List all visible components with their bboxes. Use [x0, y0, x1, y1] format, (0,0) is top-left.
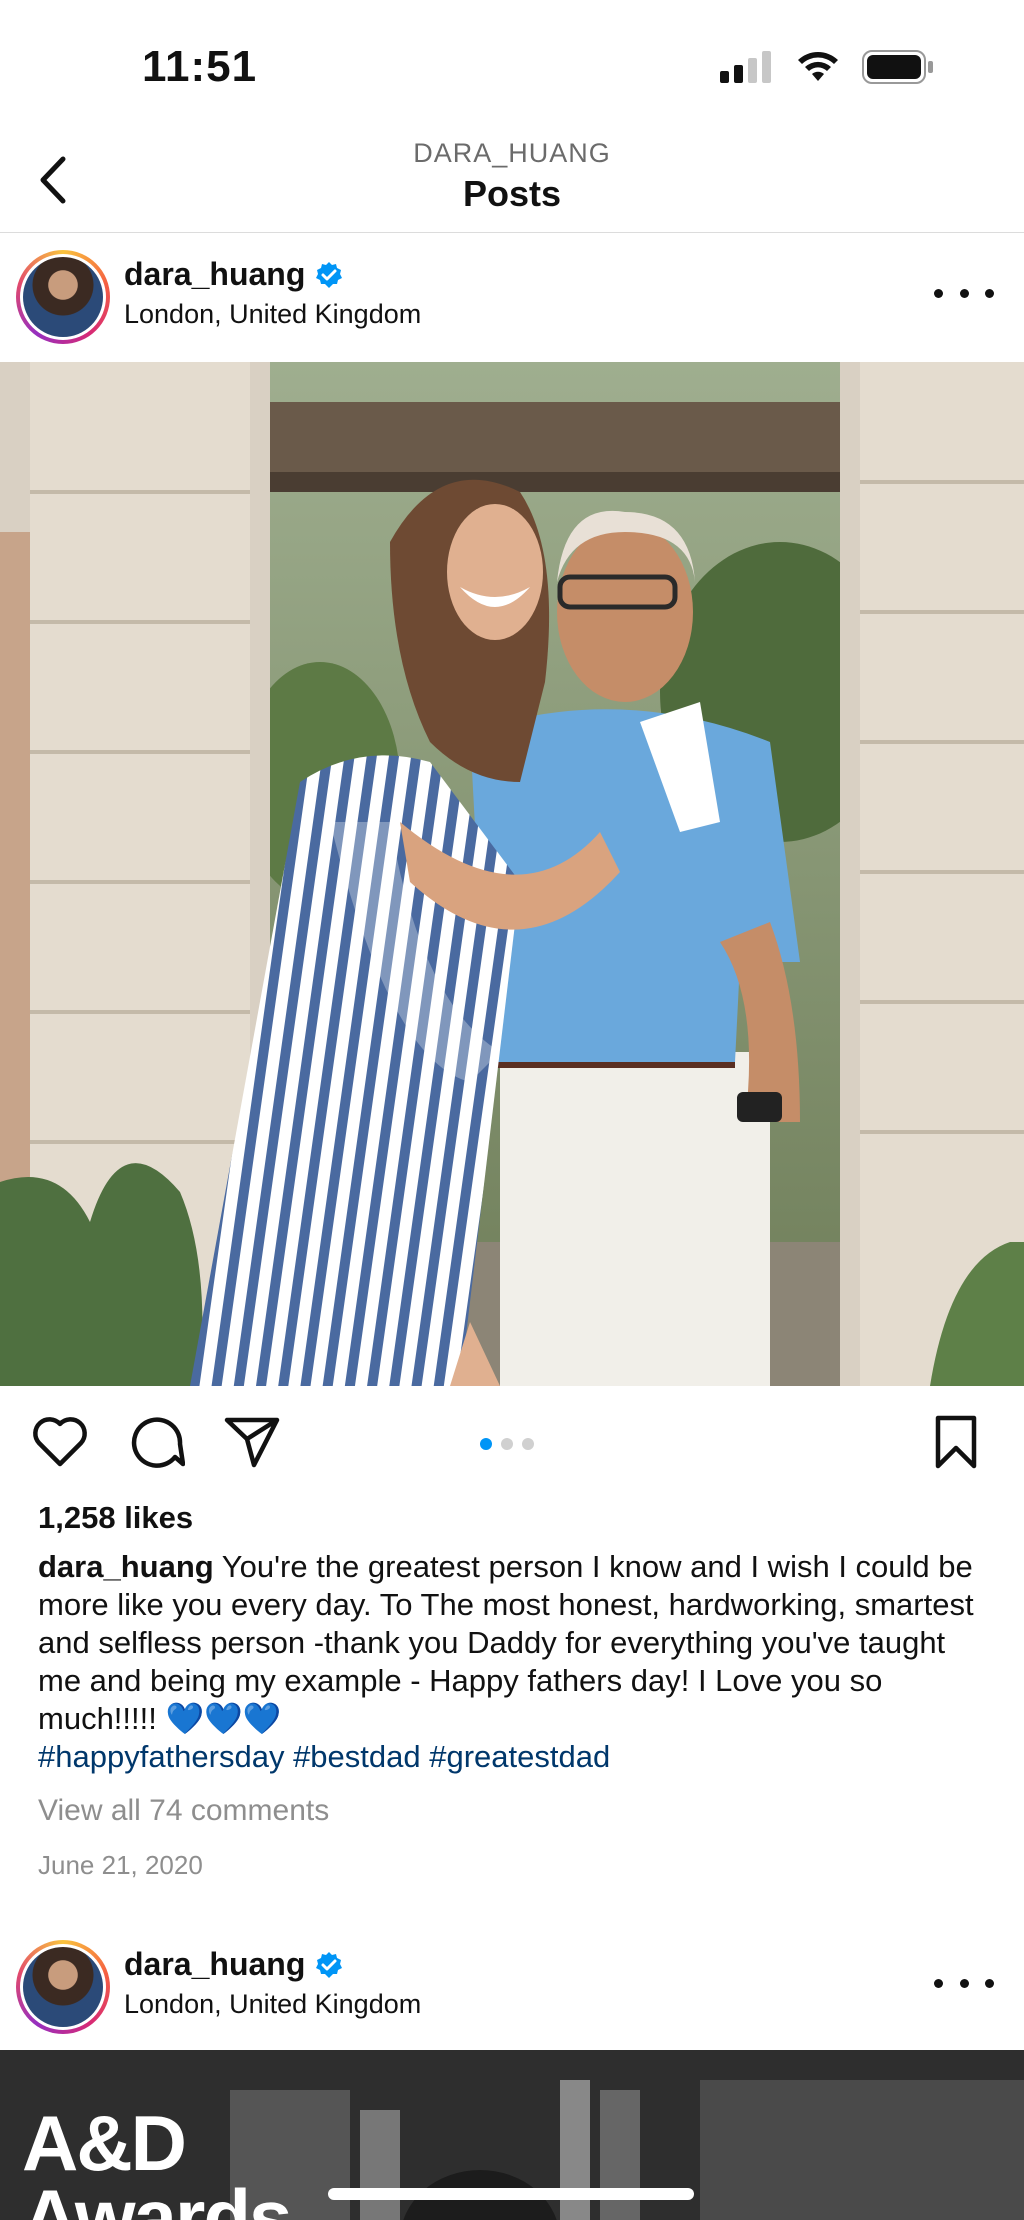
- award-text-line: A&D: [22, 2099, 187, 2187]
- battery-icon: [862, 50, 934, 89]
- award-image-text: A&D Awards: [22, 2099, 292, 2220]
- header-titles: DARA_HUANG Posts: [0, 138, 1024, 215]
- post-user-info: dara_huang London, United Kingdom: [124, 256, 421, 330]
- more-options-button[interactable]: [934, 1968, 994, 1998]
- heart-icon: [33, 1417, 87, 1467]
- carousel-indicator: [480, 1438, 534, 1450]
- more-dot-icon: [934, 288, 943, 298]
- post-actions-bar: [0, 1386, 1024, 1496]
- carousel-dot: [522, 1438, 534, 1450]
- cellular-signal-icon: [720, 51, 774, 88]
- avatar[interactable]: [16, 250, 110, 344]
- more-dot-icon: [959, 1978, 969, 1988]
- share-button[interactable]: [222, 1412, 282, 1472]
- caption-hashtags[interactable]: #happyfathersday #bestdad #greatestdad: [38, 1739, 610, 1774]
- home-indicator[interactable]: [328, 2188, 694, 2200]
- posts-header: DARA_HUANG Posts: [0, 130, 1024, 233]
- save-button[interactable]: [926, 1412, 986, 1472]
- view-comments-link[interactable]: View all 74 comments: [38, 1794, 329, 1828]
- avatar[interactable]: [16, 1940, 110, 2034]
- instagram-posts-screen: 11:51 DARA_HUANG Posts dara_huang London…: [0, 0, 1024, 2220]
- bookmark-icon: [935, 1415, 977, 1469]
- post-username[interactable]: dara_huang: [124, 256, 305, 293]
- more-dot-icon: [934, 1978, 943, 1988]
- carousel-dot: [501, 1438, 513, 1450]
- status-time: 11:51: [142, 42, 258, 91]
- post-header: dara_huang London, United Kingdom: [0, 232, 1024, 360]
- more-dot-icon: [985, 288, 994, 298]
- status-icons: [720, 50, 934, 89]
- post-caption: dara_huang You're the greatest person I …: [38, 1548, 988, 1776]
- comment-bubble-icon: [131, 1417, 185, 1468]
- verified-badge-icon: [316, 261, 343, 288]
- caption-username[interactable]: dara_huang: [38, 1549, 214, 1584]
- wifi-icon: [796, 51, 840, 88]
- status-bar: 11:51: [0, 0, 1024, 130]
- post-user-info: dara_huang London, United Kingdom: [124, 1946, 421, 2020]
- send-paper-plane-icon: [224, 1417, 280, 1468]
- profile-username-subtitle: DARA_HUANG: [413, 138, 611, 168]
- carousel-dot: [480, 1438, 492, 1450]
- page-title: Posts: [462, 173, 562, 214]
- post-username[interactable]: dara_huang: [124, 1946, 305, 1983]
- comment-button[interactable]: [127, 1412, 187, 1472]
- post-photo[interactable]: [0, 362, 1024, 1386]
- post-header: dara_huang London, United Kingdom: [0, 1922, 1024, 2050]
- post-date: June 21, 2020: [38, 1850, 203, 1880]
- more-dot-icon: [985, 1978, 994, 1988]
- more-options-button[interactable]: [934, 278, 994, 308]
- post-location[interactable]: London, United Kingdom: [124, 1989, 421, 2020]
- likes-count[interactable]: 1,258 likes: [38, 1500, 193, 1536]
- more-dot-icon: [959, 288, 969, 298]
- verified-badge-icon: [316, 1951, 343, 1978]
- award-text-line: Awards: [22, 2173, 292, 2220]
- like-button[interactable]: [30, 1412, 90, 1472]
- post-location[interactable]: London, United Kingdom: [124, 299, 421, 330]
